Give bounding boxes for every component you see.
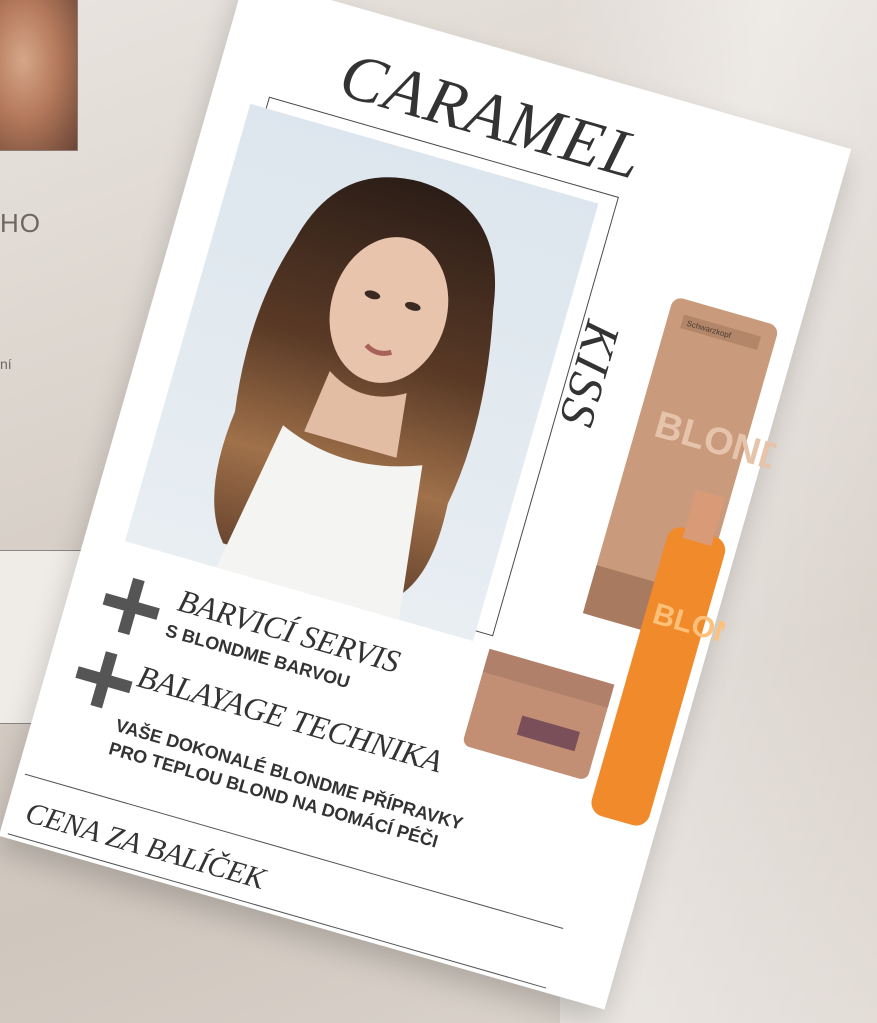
background-photo	[0, 0, 78, 151]
price-label: CENA ZA BALÍČEK	[21, 796, 269, 897]
background-text-fragment: ní	[0, 356, 12, 372]
plus-icon	[69, 645, 138, 714]
divider-line	[7, 833, 547, 989]
background-heading-fragment: HO	[0, 208, 41, 238]
plus-icon	[97, 572, 166, 641]
